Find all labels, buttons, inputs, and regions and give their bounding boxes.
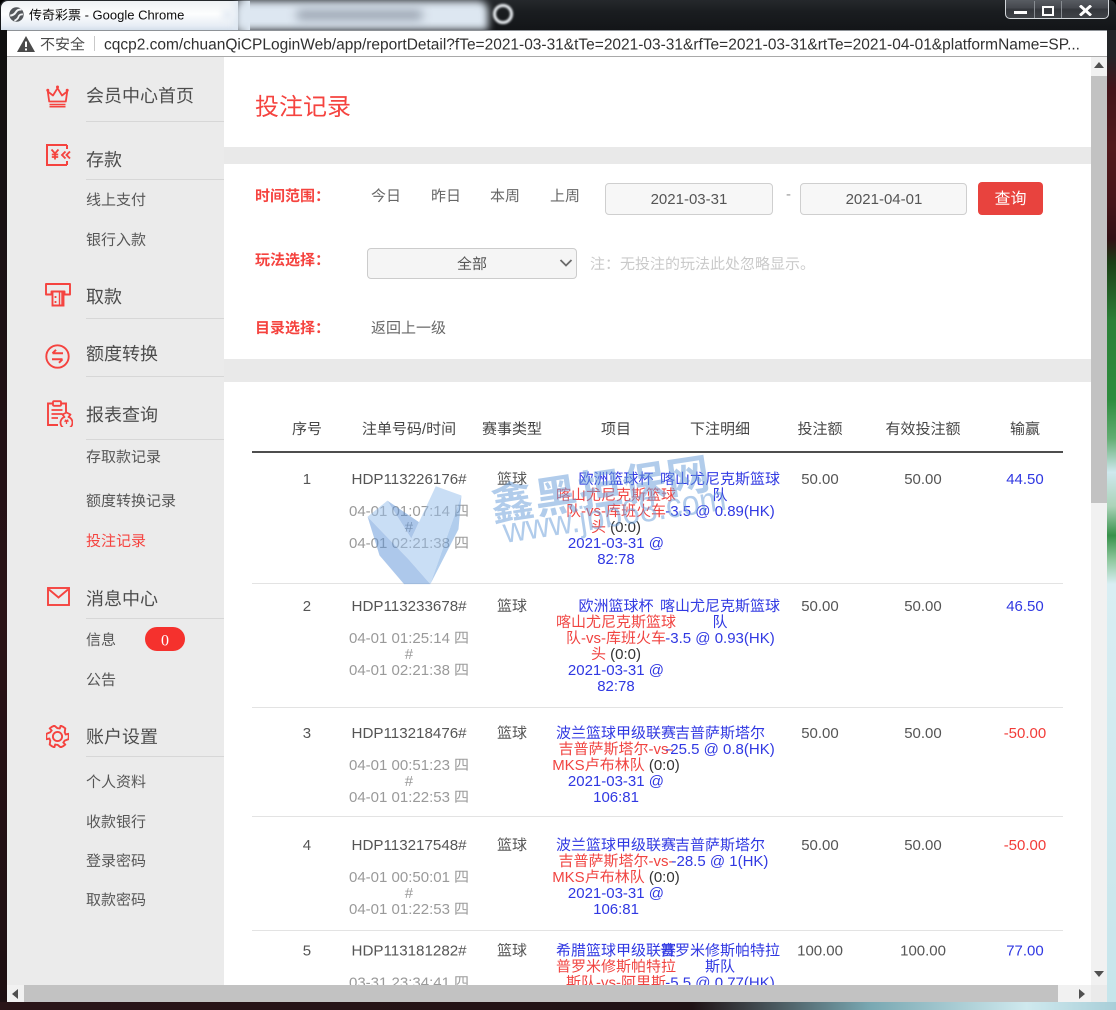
svg-text:2021-03-31 @: 2021-03-31 @ — [568, 662, 664, 679]
svg-text:50.00: 50.00 — [801, 471, 839, 488]
svg-text:5: 5 — [303, 943, 311, 960]
svg-text:-: - — [786, 186, 791, 203]
svg-text:-25.5 @ 0.8(HK): -25.5 @ 0.8(HK) — [665, 741, 774, 758]
svg-text:#: # — [405, 885, 414, 902]
svg-text:-50.00: -50.00 — [1004, 725, 1046, 742]
svg-text:-50.00: -50.00 — [1004, 837, 1046, 854]
svg-text:0: 0 — [161, 633, 169, 650]
svg-text:04-01 02:21:38: 04-01 02:21:38 — [349, 662, 454, 679]
svg-text:46.50: 46.50 — [1006, 598, 1043, 615]
svg-text:100.00: 100.00 — [797, 943, 843, 960]
svg-text:106:81: 106:81 — [593, 901, 639, 918]
svg-text:2021-04-01: 2021-04-01 — [846, 191, 923, 208]
svg-text:77.00: 77.00 — [1006, 943, 1043, 960]
svg-text:04-01 01:22:53: 04-01 01:22:53 — [349, 901, 454, 918]
svg-text:100.00: 100.00 — [900, 943, 946, 960]
svg-text:MKS: MKS — [552, 757, 585, 774]
svg-text:82:78: 82:78 — [597, 551, 635, 568]
svg-text:-28.5 @ 1(HK): -28.5 @ 1(HK) — [672, 853, 769, 870]
svg-text:50.00: 50.00 — [801, 725, 839, 742]
svg-text:106:81: 106:81 — [593, 789, 639, 806]
svg-text:04-01 00:51:23: 04-01 00:51:23 — [349, 757, 454, 774]
svg-text:(0:0): (0:0) — [645, 869, 680, 886]
svg-text:50.00: 50.00 — [904, 725, 942, 742]
svg-text:HDP113217548#: HDP113217548# — [352, 837, 468, 854]
svg-text:2021-03-31 @: 2021-03-31 @ — [568, 773, 664, 790]
svg-text:50.00: 50.00 — [904, 837, 942, 854]
svg-text:HDP113226176#: HDP113226176# — [352, 471, 468, 488]
svg-text:3: 3 — [303, 725, 311, 742]
svg-text:HDP113181282#: HDP113181282# — [352, 943, 468, 960]
svg-text:82:78: 82:78 — [597, 678, 635, 695]
svg-text:1: 1 — [303, 471, 311, 488]
svg-text:04-01 01:22:53: 04-01 01:22:53 — [349, 789, 454, 806]
svg-text:4: 4 — [303, 837, 311, 854]
svg-text:50.00: 50.00 — [904, 598, 942, 615]
svg-text:44.50: 44.50 — [1006, 471, 1043, 488]
svg-text:50.00: 50.00 — [801, 598, 839, 615]
svg-text:/: / — [422, 421, 427, 438]
svg-text:04-01 00:50:01: 04-01 00:50:01 — [349, 869, 454, 886]
svg-text:04-01 01:25:14: 04-01 01:25:14 — [349, 630, 454, 647]
svg-text:-3.5 @ 0.93(HK): -3.5 @ 0.93(HK) — [665, 630, 774, 647]
svg-text:HDP113233678#: HDP113233678# — [352, 598, 468, 615]
svg-text:2021-03-31 @: 2021-03-31 @ — [568, 885, 664, 902]
svg-text:(0:0): (0:0) — [606, 646, 641, 663]
svg-text:cqcp2.com/chuanQiCPLoginWeb/ap: cqcp2.com/chuanQiCPLoginWeb/app/reportDe… — [104, 37, 1080, 54]
svg-text:MKS: MKS — [552, 869, 585, 886]
svg-text:-vs-: -vs- — [649, 853, 674, 870]
svg-text:HDP113218476#: HDP113218476# — [352, 725, 468, 742]
svg-text:- Google Chrome: - Google Chrome — [81, 8, 184, 23]
svg-text:2021-03-31: 2021-03-31 — [651, 191, 728, 208]
svg-text:50.00: 50.00 — [801, 837, 839, 854]
svg-text:#: # — [405, 646, 414, 663]
svg-text:(0:0): (0:0) — [645, 757, 680, 774]
svg-text:#: # — [405, 773, 414, 790]
svg-text:50.00: 50.00 — [904, 471, 942, 488]
svg-text:-vs-: -vs- — [581, 630, 606, 647]
svg-text:2: 2 — [303, 598, 311, 615]
